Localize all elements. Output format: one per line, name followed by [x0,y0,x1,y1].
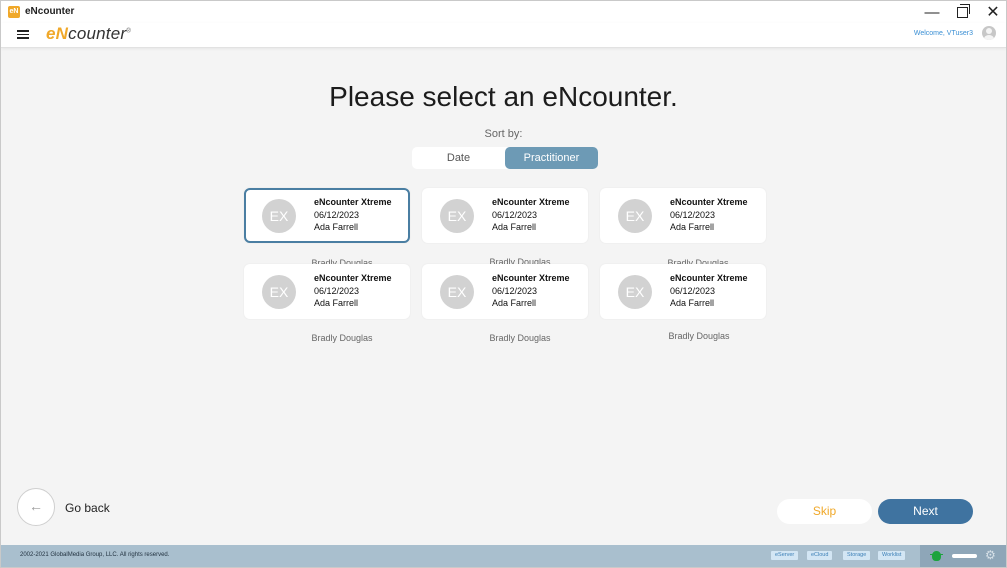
app-header: eNcounter® Welcome, VTuser3 [1,23,1006,48]
encounter-avatar: EX [440,275,474,309]
encounter-card[interactable]: EX eNcounter Xtreme 06/12/2023 Ada Farre… [600,188,766,243]
gear-icon[interactable]: ⚙ [985,548,996,562]
page-title: Please select an eNcounter. [329,81,678,112]
encounter-practitioner: Bradly Douglas [311,333,373,343]
encounter-practitioner: Bradly Douglas [668,331,730,341]
sort-toggle: Date Practitioner [412,147,598,169]
encounter-name: eNcounter Xtreme [670,273,748,283]
encounter-person: Ada Farrell [314,298,359,308]
encounter-card[interactable]: EX eNcounter Xtreme 06/12/2023 Ada Farre… [422,264,588,319]
encounter-name: eNcounter Xtreme [670,197,748,207]
welcome-text: Welcome, VTuser3 [913,30,973,37]
encounter-date: 06/12/2023 [492,285,538,296]
status-storage[interactable]: Storage [843,551,871,560]
app-icon: eN [8,6,20,18]
encounter-name: eNcounter Xtreme [314,273,392,283]
encounter-avatar: EX [262,199,296,233]
close-window-button[interactable]: ✕ [982,4,1004,22]
minimize-button[interactable]: — [921,4,943,22]
status-footer: 2002-2021 GlobalMedia Group, LLC. All ri… [1,545,1006,567]
go-back-label[interactable]: Go back [65,501,110,515]
encounter-date: 06/12/2023 [314,209,360,220]
status-worklist[interactable]: Worklist [878,551,906,560]
sort-label: Sort by: [484,128,523,140]
encounter-person: Ada Farrell [670,298,715,308]
encounter-person: Ada Farrell [670,222,715,232]
next-button[interactable]: Next [878,499,973,524]
encounter-name: eNcounter Xtreme [314,197,392,207]
restore-button[interactable] [951,4,973,22]
encounter-person: Ada Farrell [314,222,359,232]
encounter-avatar: EX [440,199,474,233]
encounter-name: eNcounter Xtreme [492,197,570,207]
encounter-card[interactable]: EX eNcounter Xtreme 06/12/2023 Ada Farre… [244,264,410,319]
encounter-avatar: EX [262,275,296,309]
sort-option-date[interactable]: Date [412,147,505,169]
encounter-name: eNcounter Xtreme [492,273,570,283]
encounter-card[interactable]: EX eNcounter Xtreme 06/12/2023 Ada Farre… [600,264,766,319]
encounter-avatar: EX [618,275,652,309]
encounter-date: 06/12/2023 [314,285,360,296]
bug-icon[interactable] [930,551,943,561]
skip-button[interactable]: Skip [777,499,872,524]
title-bar: eN eNcounter — ✕ [1,1,1006,23]
restore-icon [956,4,970,18]
encounter-person: Ada Farrell [492,222,537,232]
status-eserver[interactable]: eServer [771,551,799,560]
encounter-logo: eNcounter® [46,24,131,43]
encounter-person: Ada Farrell [492,298,537,308]
hamburger-menu-icon[interactable] [17,30,29,39]
encounter-avatar: EX [618,199,652,233]
app-window: eN eNcounter — ✕ eNcounter® Welcome, VTu… [0,0,1007,568]
encounter-practitioner: Bradly Douglas [489,333,551,343]
arrow-left-icon: ← [29,498,43,514]
volume-slider[interactable] [952,554,977,558]
copyright-text: 2002-2021 GlobalMedia Group, LLC. All ri… [20,552,170,558]
encounter-date: 06/12/2023 [670,285,716,296]
encounter-card[interactable]: EX eNcounter Xtreme 06/12/2023 Ada Farre… [422,188,588,243]
encounter-card[interactable]: EX eNcounter Xtreme 06/12/2023 Ada Farre… [244,188,410,243]
status-ecloud[interactable]: eCloud [807,551,833,560]
footer-tools: ⚙ [920,545,1006,567]
go-back-button[interactable]: ← [17,488,55,526]
window-title: eNcounter [25,6,75,17]
user-avatar-icon[interactable] [982,26,996,40]
encounter-date: 06/12/2023 [670,209,716,220]
encounter-date: 06/12/2023 [492,209,538,220]
sort-option-practitioner[interactable]: Practitioner [505,147,598,169]
